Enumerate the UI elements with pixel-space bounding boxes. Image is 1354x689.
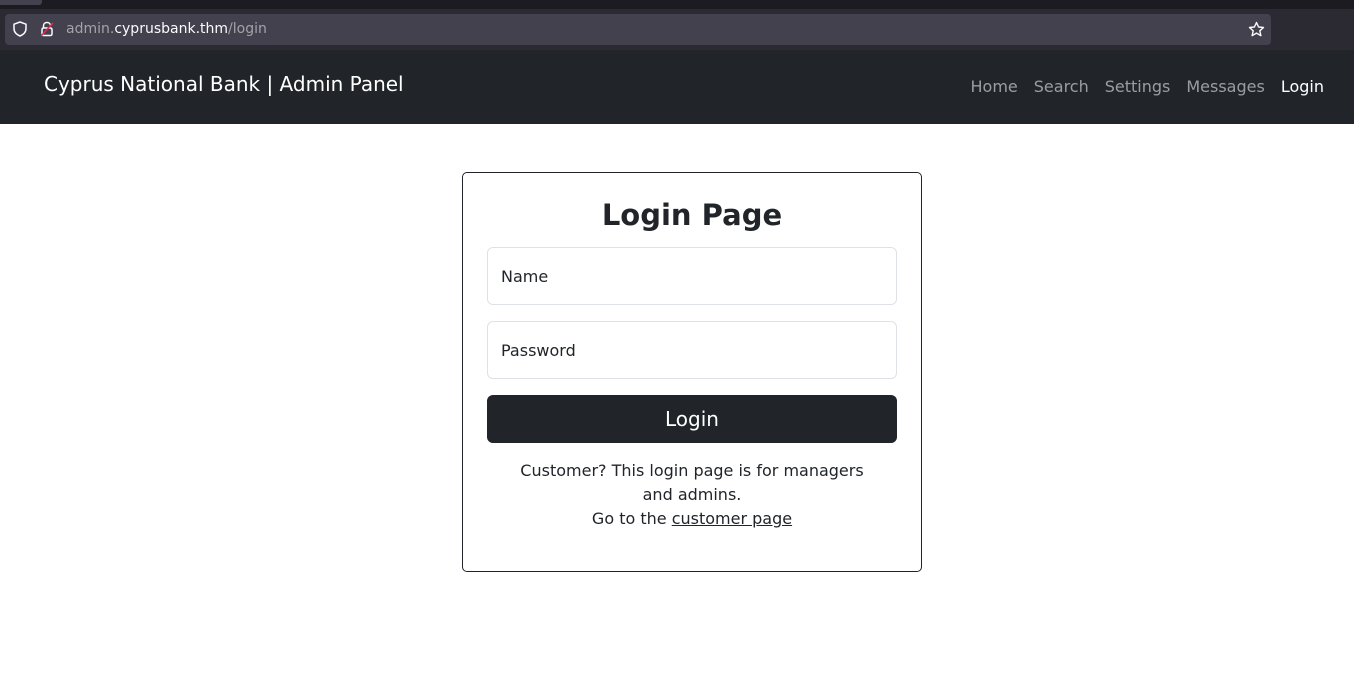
shield-icon[interactable]	[12, 21, 28, 37]
lock-insecure-icon[interactable]	[39, 21, 55, 37]
address-bar[interactable]: admin.cyprusbank.thm/login	[5, 14, 1271, 45]
browser-tab[interactable]	[0, 0, 42, 5]
url-host: cyprusbank.thm	[114, 21, 229, 37]
tab-strip	[0, 0, 1354, 9]
nav-link-settings[interactable]: Settings	[1097, 76, 1179, 98]
nav-link-search[interactable]: Search	[1026, 76, 1097, 98]
navbar-brand[interactable]: Cyprus National Bank | Admin Panel	[44, 71, 404, 97]
url-text[interactable]: admin.cyprusbank.thm/login	[66, 21, 267, 38]
customer-note-text: Customer? This login page is for manager…	[520, 461, 864, 504]
nav-link-home[interactable]: Home	[963, 76, 1026, 98]
password-input[interactable]	[487, 321, 897, 379]
nav-link-login[interactable]: Login	[1273, 76, 1332, 98]
customer-page-link[interactable]: customer page	[672, 509, 792, 528]
nav-link-messages[interactable]: Messages	[1178, 76, 1272, 98]
login-button[interactable]: Login	[487, 395, 897, 443]
name-input[interactable]	[487, 247, 897, 305]
url-path: /login	[228, 21, 267, 37]
site-navbar: Cyprus National Bank | Admin Panel Home …	[0, 50, 1354, 124]
nav-links: Home Search Settings Messages Login	[963, 76, 1332, 98]
page-title: Login Page	[601, 198, 783, 232]
bookmark-star-icon[interactable]	[1248, 21, 1265, 38]
customer-note: Customer? This login page is for manager…	[503, 459, 881, 531]
browser-toolbar: admin.cyprusbank.thm/login	[0, 0, 1354, 50]
customer-note-prefix: Go to the	[591, 509, 672, 528]
url-prefix: admin.	[66, 21, 115, 37]
login-card: Login Page Login Customer? This login pa…	[462, 172, 922, 572]
